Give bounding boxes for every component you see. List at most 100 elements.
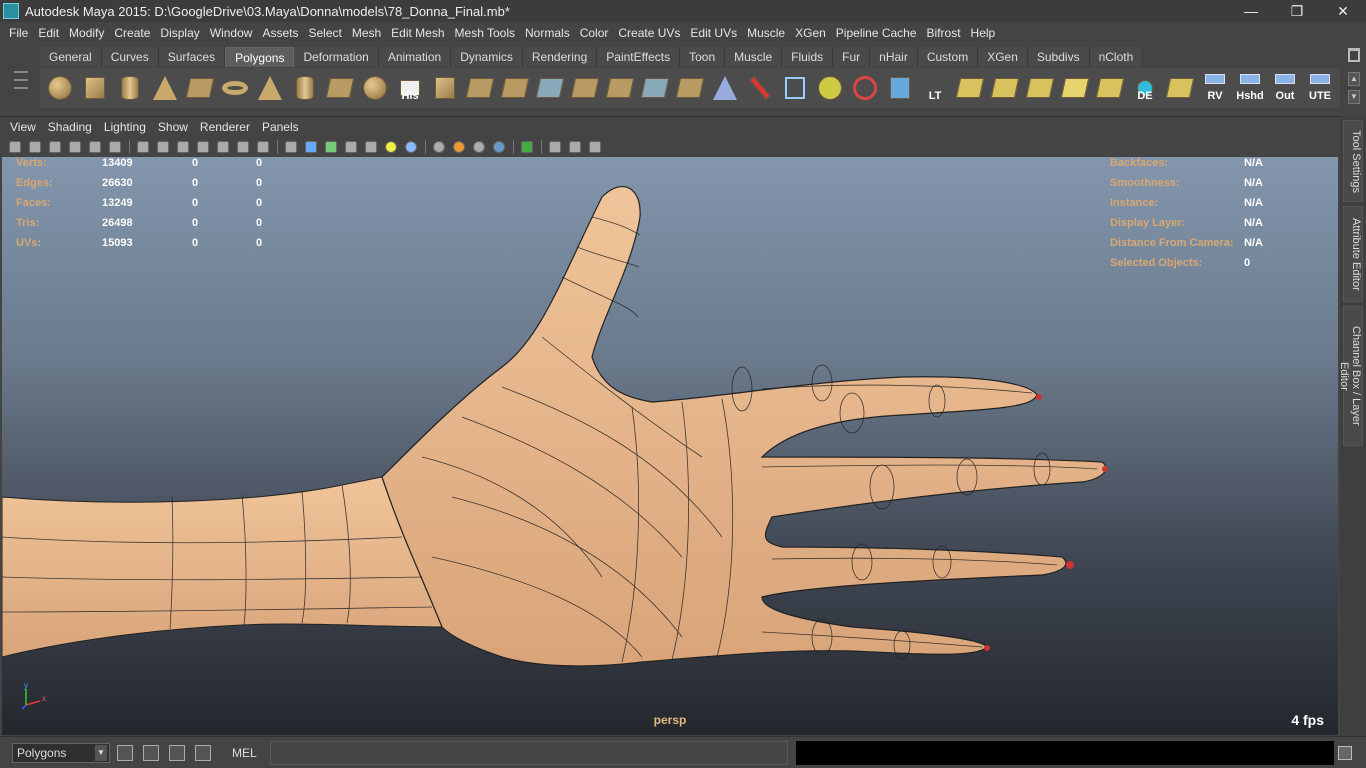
menu-pipeline-cache[interactable]: Pipeline Cache	[831, 26, 922, 40]
bevel-icon[interactable]	[639, 72, 671, 104]
shelf-tab-curves[interactable]: Curves	[101, 47, 159, 67]
uv-relax-icon[interactable]	[1094, 72, 1126, 104]
poly-sphere-icon[interactable]	[44, 72, 76, 104]
menu-bifrost[interactable]: Bifrost	[922, 26, 966, 40]
poly-torus-icon[interactable]	[219, 72, 251, 104]
menu-edit-uvs[interactable]: Edit UVs	[685, 26, 742, 40]
poly-soccer-ball-icon[interactable]	[359, 72, 391, 104]
split-icon[interactable]	[674, 72, 706, 104]
de-icon[interactable]: DE	[1129, 72, 1161, 104]
graph-editor-icon[interactable]	[192, 742, 214, 764]
field-chart-icon[interactable]	[214, 138, 232, 156]
grid-icon[interactable]	[134, 138, 152, 156]
panel-menu-lighting[interactable]: Lighting	[98, 120, 152, 134]
poly-plane-icon[interactable]	[184, 72, 216, 104]
history-icon[interactable]: His	[394, 72, 426, 104]
uv-sew-icon[interactable]	[1024, 72, 1056, 104]
camera-attributes-icon[interactable]	[26, 138, 44, 156]
wireframe-on-shaded-icon[interactable]	[322, 138, 340, 156]
panel-menu-shading[interactable]: Shading	[42, 120, 98, 134]
attribute-editor-tab[interactable]: Attribute Editor	[1343, 206, 1363, 302]
checker-icon[interactable]	[362, 138, 380, 156]
poly-cone-icon[interactable]	[149, 72, 181, 104]
uv-cut-icon[interactable]	[989, 72, 1021, 104]
menu-xgen[interactable]: XGen	[790, 26, 831, 40]
2d-pan-zoom-icon[interactable]	[86, 138, 104, 156]
paint-icon[interactable]	[744, 72, 776, 104]
poly-pipe-icon[interactable]	[289, 72, 321, 104]
panel-menu-panels[interactable]: Panels	[256, 120, 305, 134]
trash-icon[interactable]	[1348, 48, 1360, 62]
shelf-tab-custom[interactable]: Custom	[917, 47, 979, 67]
textured-icon[interactable]	[342, 138, 360, 156]
menu-help[interactable]: Help	[966, 26, 1001, 40]
uv-layout-icon[interactable]	[954, 72, 986, 104]
gate-mask-icon[interactable]	[194, 138, 212, 156]
script-editor-button-icon[interactable]	[1338, 745, 1352, 760]
bookmark-icon[interactable]	[46, 138, 64, 156]
shelf-tab-ncloth[interactable]: nCloth	[1089, 47, 1144, 67]
panel-menu-renderer[interactable]: Renderer	[194, 120, 256, 134]
poly-cube-icon[interactable]	[79, 72, 111, 104]
smooth-shade-icon[interactable]	[302, 138, 320, 156]
mel-command-input[interactable]	[270, 740, 788, 765]
menu-assets[interactable]: Assets	[257, 26, 303, 40]
menu-muscle[interactable]: Muscle	[742, 26, 790, 40]
shelf-tab-fluids[interactable]: Fluids	[782, 47, 834, 67]
extrude-icon[interactable]	[604, 72, 636, 104]
sculpt-icon[interactable]	[709, 72, 741, 104]
out-icon[interactable]: Out	[1269, 72, 1301, 104]
shelf-tab-rendering[interactable]: Rendering	[522, 47, 598, 67]
shelf-tab-dynamics[interactable]: Dynamics	[451, 47, 523, 67]
grease-pencil-icon[interactable]	[106, 138, 124, 156]
motion-blur-icon[interactable]	[470, 138, 488, 156]
hypershade-icon[interactable]	[166, 742, 188, 764]
shelf-tab-xgen[interactable]: XGen	[978, 47, 1028, 67]
script-editor-icon[interactable]	[114, 742, 136, 764]
shelf-handle[interactable]	[8, 48, 34, 112]
uv-unfold-icon[interactable]	[1059, 72, 1091, 104]
uv-grid-icon[interactable]	[1164, 72, 1196, 104]
menu-mesh[interactable]: Mesh	[347, 26, 386, 40]
bridge-icon[interactable]	[569, 72, 601, 104]
menu-create[interactable]: Create	[109, 26, 155, 40]
image-plane-icon[interactable]	[66, 138, 84, 156]
poly-helix-icon[interactable]	[324, 72, 356, 104]
menu-set-selector[interactable]: Polygons ▼	[12, 742, 110, 763]
xray-components-icon[interactable]	[586, 138, 604, 156]
ambient-occlusion-icon[interactable]	[450, 138, 468, 156]
film-gate-icon[interactable]	[154, 138, 172, 156]
menu-mesh-tools[interactable]: Mesh Tools	[450, 26, 520, 40]
shelf-tab-surfaces[interactable]: Surfaces	[158, 47, 226, 67]
anti-aliasing-icon[interactable]	[490, 138, 508, 156]
render-icon[interactable]	[884, 72, 916, 104]
hshd-icon[interactable]: Hshd	[1234, 72, 1266, 104]
merge-icon[interactable]	[534, 72, 566, 104]
tool-settings-tab[interactable]: Tool Settings	[1343, 120, 1363, 202]
shelf-tab-general[interactable]: General	[40, 47, 102, 67]
snap-icon[interactable]	[814, 72, 846, 104]
panel-menu-view[interactable]: View	[4, 120, 42, 134]
shelf-tab-polygons[interactable]: Polygons	[225, 47, 295, 67]
minimize-button[interactable]: —	[1228, 3, 1274, 19]
wireframe-icon[interactable]	[282, 138, 300, 156]
shelf-tab-deformation[interactable]: Deformation	[294, 47, 379, 67]
panel-menu-show[interactable]: Show	[152, 120, 194, 134]
shelf-tab-muscle[interactable]: Muscle	[725, 47, 783, 67]
close-button[interactable]: ✕	[1320, 3, 1366, 20]
menu-edit-mesh[interactable]: Edit Mesh	[386, 26, 449, 40]
wireframe-cage-icon[interactable]	[779, 72, 811, 104]
restore-button[interactable]: ❐	[1274, 3, 1320, 20]
menu-color[interactable]: Color	[575, 26, 614, 40]
3d-viewport[interactable]: Verts: 13409 0 0 Edges: 26630 0 0 Faces: 13249 0 0 T…	[2, 157, 1338, 735]
menu-select[interactable]: Select	[303, 26, 346, 40]
menu-window[interactable]: Window	[205, 26, 258, 40]
channel-box-tab[interactable]: Channel Box / Layer Editor	[1338, 306, 1363, 446]
isolate-select-icon[interactable]	[518, 138, 536, 156]
shelf-tab-fur[interactable]: Fur	[833, 47, 871, 67]
mel-label[interactable]: MEL	[232, 746, 266, 760]
menu-display[interactable]: Display	[155, 26, 204, 40]
extract-icon[interactable]	[499, 72, 531, 104]
combine-icon[interactable]	[429, 72, 461, 104]
poly-cylinder-icon[interactable]	[114, 72, 146, 104]
